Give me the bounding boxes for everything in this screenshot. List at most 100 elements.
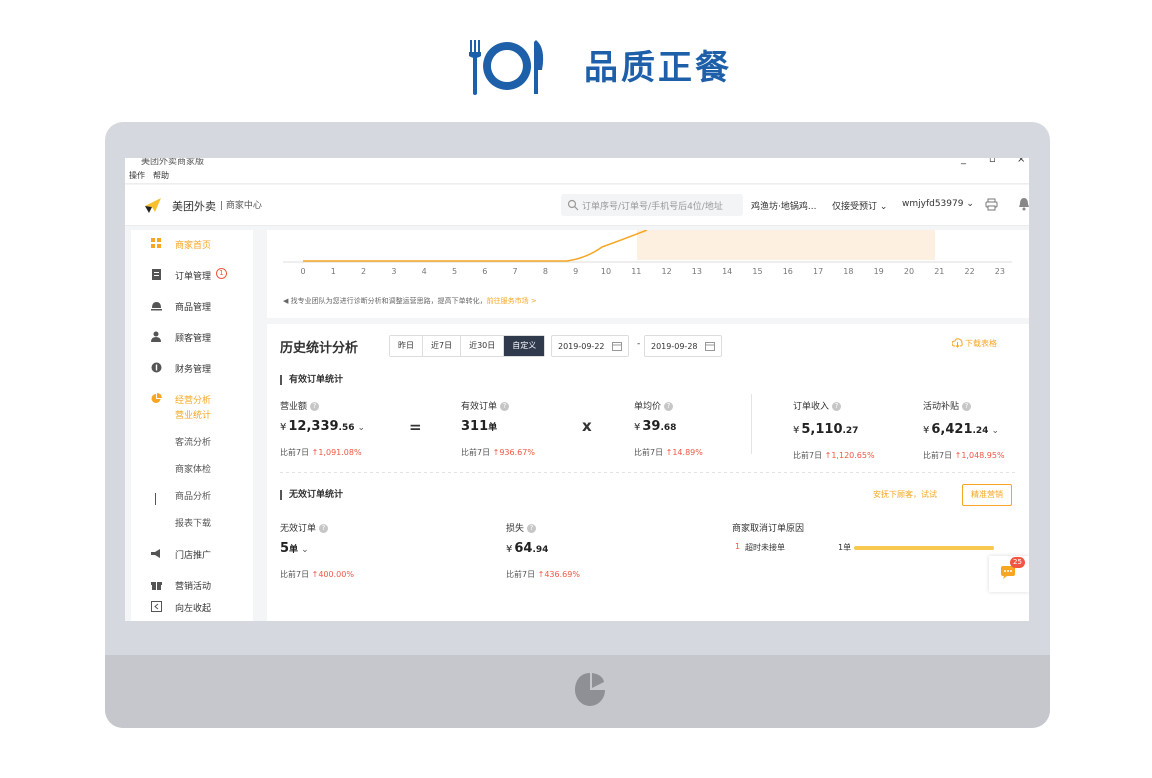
date-to-picker[interactable]: 2019-09-28 xyxy=(644,335,722,357)
help-icon[interactable]: ? xyxy=(310,402,320,411)
brand-name: 美团外卖 xyxy=(172,200,216,213)
submenu-report-download[interactable]: 报表下载 xyxy=(175,516,211,529)
chat-unread-badge: 25 xyxy=(1010,557,1025,568)
download-table-button[interactable]: 下载表格 xyxy=(952,338,997,349)
help-icon[interactable]: ? xyxy=(962,402,972,411)
range-30days[interactable]: 近30日 xyxy=(461,336,505,356)
sidebar-collapse[interactable]: 向左收起 xyxy=(131,593,253,621)
submenu-checkup[interactable]: 商家体检 xyxy=(175,462,211,475)
sidebar-item-orders[interactable]: 订单管理 1 xyxy=(131,261,253,289)
meituan-kangaroo-logo-icon xyxy=(145,198,161,213)
cloud-download-icon xyxy=(952,338,963,348)
help-icon[interactable]: ? xyxy=(527,524,537,533)
sidebar: 商家首页 订单管理 1 商品管理 顾客管理 财务管理 经营分析 营业统计 客流分… xyxy=(131,230,253,621)
compare-label: 比前7日 xyxy=(280,570,310,579)
metric-income-value: ¥5,110.27 xyxy=(793,422,858,437)
megaphone-icon xyxy=(151,549,160,558)
value-integer: 311 xyxy=(461,419,489,434)
printer-icon[interactable] xyxy=(985,198,998,211)
x-tick-label: 6 xyxy=(482,267,487,276)
sidebar-item-label: 营销活动 xyxy=(175,582,212,592)
menu-help[interactable]: 帮助 xyxy=(153,170,169,181)
shop-name[interactable]: 鸡渔坊·地锅鸡... xyxy=(751,199,816,212)
precise-marketing-button[interactable]: 精准营销 xyxy=(962,484,1012,506)
help-icon[interactable]: ? xyxy=(832,402,842,411)
compare-label: 比前7日 xyxy=(923,451,953,460)
date-from-picker[interactable]: 2019-09-22 xyxy=(551,335,629,357)
sidebar-item-customers[interactable]: 顾客管理 xyxy=(131,323,253,351)
x-tick-label: 21 xyxy=(934,267,944,276)
metric-avg-price-label: 单均价? xyxy=(634,399,674,412)
metric-orders-value: 311单 xyxy=(461,419,497,434)
close-icon[interactable]: × xyxy=(1017,158,1025,165)
sidebar-item-home[interactable]: 商家首页 xyxy=(131,230,253,258)
range-tabs: 昨日 近7日 近30日 自定义 xyxy=(389,335,546,357)
brand-subtitle: | 商家中心 xyxy=(220,201,262,211)
range-custom[interactable]: 自定义 xyxy=(504,336,545,356)
user-dropdown[interactable]: wmjyfd53979 ⌄ xyxy=(902,199,974,209)
help-icon[interactable]: ? xyxy=(500,402,510,411)
section-divider xyxy=(280,472,1015,473)
x-tick-label: 2 xyxy=(361,267,366,276)
chevron-down-icon: ⌄ xyxy=(877,202,888,212)
value-integer: 64 xyxy=(514,541,533,556)
submenu-traffic[interactable]: 客流分析 xyxy=(175,435,211,448)
calendar-icon xyxy=(612,342,622,351)
order-count-badge: 1 xyxy=(216,268,227,279)
accept-mode-dropdown[interactable]: 仅接受预订 ⌄ xyxy=(832,199,887,212)
x-tick-label: 15 xyxy=(752,267,762,276)
compare-percent: 436.69% xyxy=(544,570,580,579)
maximize-icon[interactable]: ▫ xyxy=(989,158,996,165)
chat-widget[interactable]: 25 xyxy=(989,556,1029,592)
chevron-down-icon[interactable]: ⌄ xyxy=(358,423,366,433)
metric-income-compare: 比前7日 ↑1,120.65% xyxy=(793,450,875,461)
compare-label: 比前7日 xyxy=(461,448,491,457)
submenu-business-stats[interactable]: 营业统计 xyxy=(175,408,211,421)
order-icon xyxy=(152,269,161,280)
equals-operator: = xyxy=(409,418,422,436)
metric-loss-compare: 比前7日 ↑436.69% xyxy=(506,569,580,580)
compare-label: 比前7日 xyxy=(280,448,310,457)
date-from-value: 2019-09-22 xyxy=(558,342,605,351)
metric-label-text: 活动补贴 xyxy=(923,402,960,412)
metric-loss-label: 损失? xyxy=(506,521,537,534)
sidebar-item-label: 顾客管理 xyxy=(175,334,212,344)
hourly-chart-card: 0 1 2 3 4 5 6 7 8 9 10 11 12 13 14 15 16 17 18 19 20 21 22 23 ◀… xyxy=(267,230,1029,318)
metric-orders-label: 有效订单? xyxy=(461,399,510,412)
finance-icon xyxy=(151,362,162,373)
sidebar-item-promotion[interactable]: 门店推广 xyxy=(131,540,253,568)
username: wmjyfd53979 xyxy=(902,199,964,209)
compare-label: 比前7日 xyxy=(506,570,536,579)
tableware-logo-icon xyxy=(469,40,544,95)
x-tick-label: 13 xyxy=(692,267,702,276)
value-integer: 6,421 xyxy=(931,422,973,437)
collapse-icon xyxy=(151,601,162,612)
submenu-product-analysis[interactable]: 商品分析 xyxy=(175,489,211,502)
gift-icon xyxy=(151,582,162,590)
metric-subsidy-value: ¥6,421.24 ⌄ xyxy=(923,422,999,437)
sidebar-item-finance[interactable]: 财务管理 xyxy=(131,354,253,382)
range-7days[interactable]: 近7日 xyxy=(423,336,462,356)
chevron-down-icon[interactable]: ⌄ xyxy=(991,426,999,436)
x-tick-label: 17 xyxy=(813,267,823,276)
x-tick-label: 0 xyxy=(300,267,305,276)
history-title: 历史统计分析 xyxy=(280,341,359,356)
service-market-link[interactable]: 前往服务市场 > xyxy=(487,297,537,305)
x-tick-label: 8 xyxy=(543,267,548,276)
menu-operate[interactable]: 操作 xyxy=(129,170,145,181)
help-icon[interactable]: ? xyxy=(664,402,674,411)
order-search-input[interactable]: 订单序号/订单号/手机号后4位/地址 xyxy=(561,194,743,216)
speaker-icon: ◀ xyxy=(283,297,289,305)
chevron-down-icon[interactable]: ⌄ xyxy=(301,545,309,555)
minimize-icon[interactable]: _ xyxy=(961,158,966,165)
range-yesterday[interactable]: 昨日 xyxy=(390,336,423,356)
value-unit: 单 xyxy=(488,423,498,433)
help-icon[interactable]: ? xyxy=(319,524,329,533)
metric-loss-value: ¥64.94 xyxy=(506,541,548,556)
x-tick-label: 16 xyxy=(783,267,793,276)
x-tick-label: 20 xyxy=(904,267,914,276)
x-tick-label: 9 xyxy=(573,267,578,276)
bell-icon[interactable] xyxy=(1018,197,1029,211)
sidebar-item-products[interactable]: 商品管理 xyxy=(131,292,253,320)
x-tick-label: 23 xyxy=(995,267,1005,276)
